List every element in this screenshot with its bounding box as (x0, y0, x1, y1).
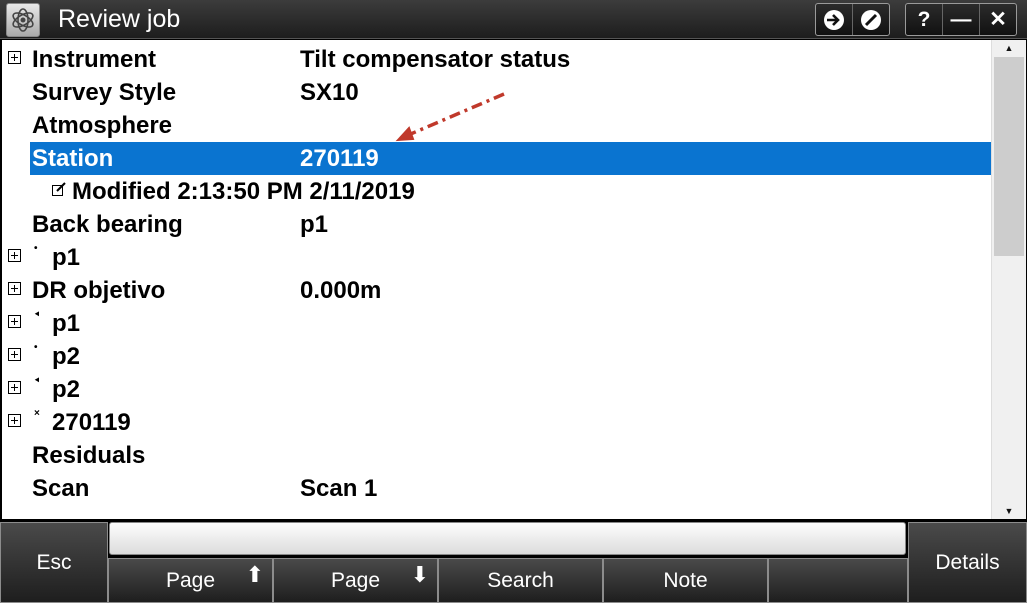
search-button[interactable]: Search (438, 558, 603, 603)
close-button[interactable]: ✕ (979, 4, 1016, 35)
arrow-up-icon: ⬆ (245, 562, 264, 587)
details-button[interactable]: Details (908, 522, 1027, 603)
scroll-down-arrow-icon[interactable]: ▼ (992, 503, 1026, 519)
title-bar: Review job ? — ✕ (0, 0, 1027, 39)
review-job-list: Instrument Tilt compensator status Surve… (2, 40, 991, 519)
page-down-label: Page (330, 568, 381, 592)
trimble-access-logo-icon (6, 3, 40, 37)
annotation-arrow (395, 92, 505, 142)
window-title: Review job (58, 5, 181, 33)
vertical-scrollbar[interactable]: ▲ ▼ (991, 40, 1026, 519)
job-actions-group (815, 3, 890, 36)
scrollbar-thumb[interactable] (994, 57, 1024, 256)
stop-button[interactable] (852, 4, 889, 35)
window-controls-group: ? — ✕ (905, 3, 1017, 36)
page-down-button[interactable]: Page ⬇ (273, 558, 438, 603)
page-up-button[interactable]: Page ⬆ (108, 558, 273, 603)
enter-icon (824, 9, 844, 30)
note-button[interactable]: Note (603, 558, 768, 603)
minimize-button[interactable]: — (942, 4, 979, 35)
esc-button[interactable]: Esc (0, 522, 108, 603)
page-up-label: Page (165, 568, 216, 592)
status-field (109, 522, 906, 555)
empty-softkey (768, 558, 908, 603)
scroll-up-arrow-icon[interactable]: ▲ (992, 40, 1026, 56)
arrow-down-icon: ⬇ (410, 562, 429, 587)
enter-button[interactable] (816, 4, 852, 35)
stop-icon (861, 9, 881, 30)
help-button[interactable]: ? (906, 4, 942, 35)
